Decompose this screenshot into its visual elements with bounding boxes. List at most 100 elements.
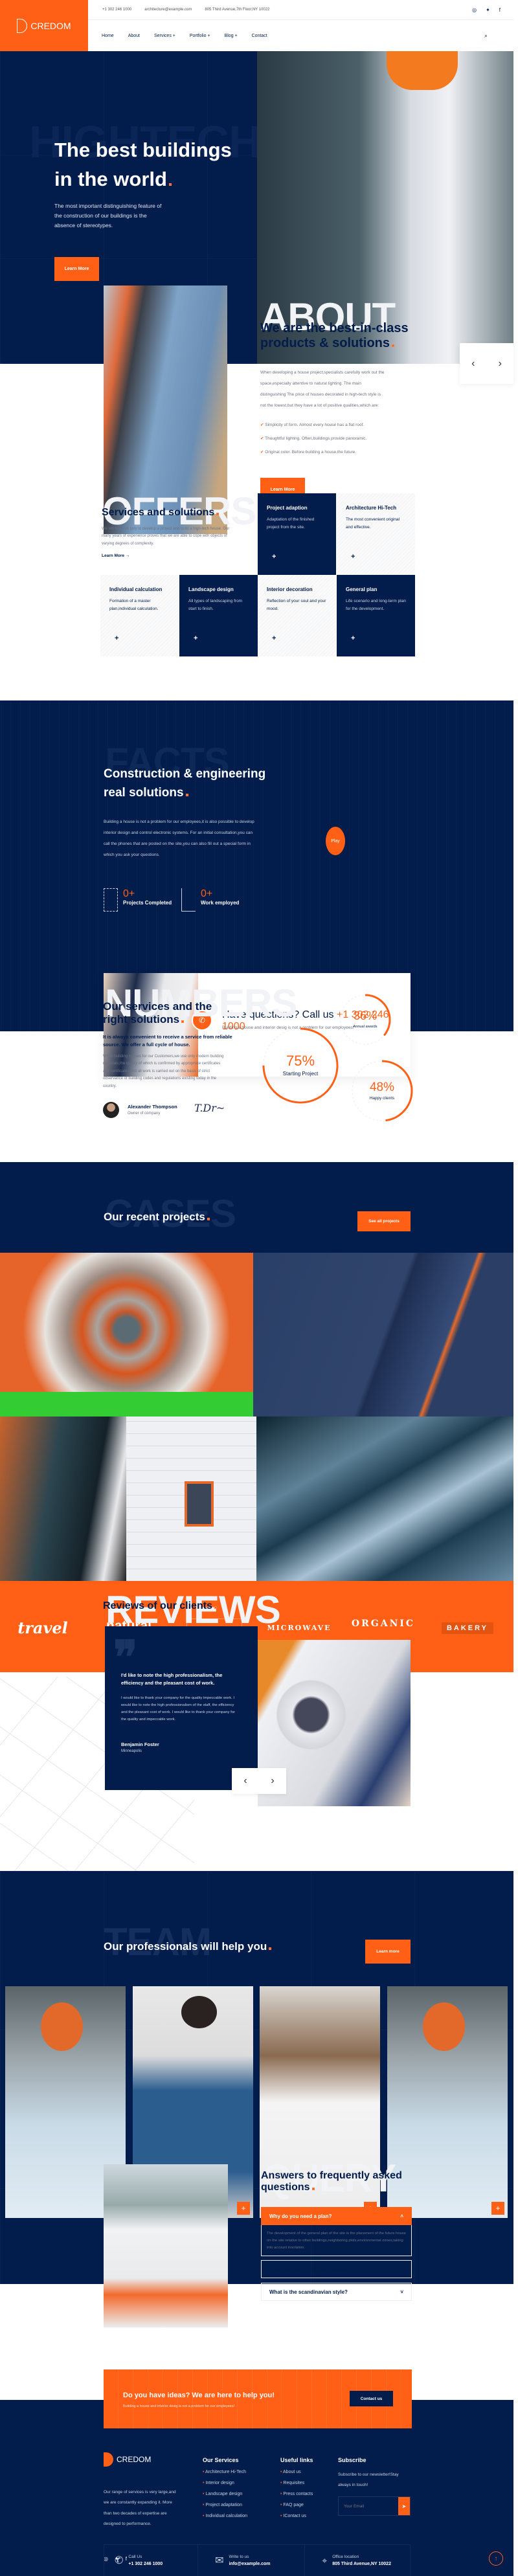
nav-portfolio[interactable]: Portfolio + [190, 34, 210, 38]
review-slider-controls: ‹ › [232, 1768, 286, 1794]
team-member[interactable]: + [387, 1986, 508, 2218]
twitter-icon[interactable]: ✦ [486, 7, 490, 13]
location-pin-icon: ⌖ [322, 2555, 328, 2566]
service-cell[interactable]: Interior decoration Reflection of your so… [258, 575, 336, 656]
project-green-strip [0, 1392, 253, 1417]
plus-icon: + [272, 634, 276, 642]
contact-us-button[interactable]: Contact us [350, 2391, 393, 2406]
facebook-icon[interactable]: f [499, 7, 501, 13]
faq-item[interactable]: Features of the barn house style? ˅ [261, 2260, 412, 2278]
list-item: ✔ Thoughtful lighting. Often,buildings p… [260, 436, 367, 441]
chevron-up-icon: ˄ [400, 2213, 403, 2219]
next-review-button[interactable]: › [259, 1768, 286, 1794]
footer-link[interactable]: Interior design [203, 2481, 247, 2485]
prev-slide-button[interactable]: ‹ [460, 343, 487, 384]
numbers-title: Our services and the right solutions [103, 1000, 212, 1025]
plus-icon: + [115, 634, 119, 642]
cta-title: Do you have ideas? We are here to help y… [123, 2391, 275, 2399]
email-input[interactable] [339, 2497, 398, 2516]
footer-link[interactable]: Architecture Hi-Tech [203, 2470, 247, 2474]
project-white-building[interactable] [126, 1417, 256, 1581]
nav-about[interactable]: About [128, 34, 140, 38]
faq-title: Answers to frequently asked questions [261, 2170, 402, 2193]
logo[interactable]: CREDOM [0, 0, 88, 51]
review-quote: I'd like to note the high professionalis… [121, 1672, 223, 1686]
progress-value: 48% [370, 1081, 394, 1094]
footer-link[interactable]: Landscape design [203, 2492, 247, 2496]
contact-location: ⌖ Office location 805 Third Avenue,NY 1002… [322, 2555, 391, 2566]
nav-blog[interactable]: Blog + [225, 34, 238, 38]
see-all-projects-button[interactable]: See all projects [357, 1211, 411, 1231]
footer-subscribe: Subscribe Subscribe to our newsletter!St… [338, 2457, 411, 2516]
progress-circles: 75% Starting Project 36% Annual awards 48% Ha… [262, 994, 413, 1122]
avatar [103, 1102, 119, 1118]
footer-links: Useful links About usRequisitesPress con… [280, 2457, 313, 2525]
reviewer-city: Minneapolis [121, 1749, 142, 1753]
footer-contacts: ✆ Call Us +1 302 246 1000 ✉ Write to us info… [104, 2544, 411, 2576]
footer-link[interactable]: Requisites [280, 2481, 313, 2485]
hero-learn-more-button[interactable]: Learn More [54, 257, 99, 281]
email-text[interactable]: architecture@example.com [144, 8, 192, 12]
next-slide-button[interactable]: › [487, 343, 514, 384]
facts-text: Building a house is not a problem for ou… [104, 820, 254, 857]
about-list: ✔ Simplicity of form. Almost every house… [260, 422, 366, 454]
project-glass-facade[interactable] [256, 1417, 513, 1581]
cta-banner: Do you have ideas? We are here to help y… [104, 2369, 412, 2428]
service-cell[interactable]: Architecture Hi-Tech The most convenient … [337, 493, 415, 575]
back-to-top-button[interactable]: ↑ [489, 2551, 503, 2566]
logo-icon [17, 18, 28, 33]
stat-projects: 0+ Projects Completed [104, 888, 172, 912]
send-button[interactable]: ➤ [398, 2497, 410, 2516]
reviewer-name: Benjamin Foster [121, 1742, 159, 1747]
list-item: ✔ Original color. Before building a hous… [260, 450, 357, 454]
nav-home[interactable]: Home [102, 34, 114, 38]
facts-title: Construction & engineering real solutions [104, 767, 266, 800]
footer-link[interactable]: FAQ page [280, 2503, 313, 2507]
project-staircase[interactable] [0, 1253, 253, 1392]
footer-link[interactable]: Press contacts [280, 2492, 313, 2496]
footer-link[interactable]: Project adaptation [203, 2503, 247, 2507]
instagram-icon[interactable]: ◎ [472, 7, 477, 13]
phone-text[interactable]: +1 302 246 1000 [102, 8, 131, 12]
footer-link[interactable]: IContact us [280, 2514, 313, 2518]
footer-link[interactable]: About us [280, 2470, 313, 2474]
faq-image [104, 2164, 228, 2327]
nav-services[interactable]: Services + [154, 34, 175, 38]
footer-link[interactable]: Individual calculation [203, 2514, 247, 2518]
cases-header: CASES Our recent projects See all projec… [0, 1162, 513, 1253]
team-learn-more-button[interactable]: Learn more [365, 1940, 411, 1964]
person-name: Alexander Thompson [128, 1104, 177, 1110]
chevron-down-icon: ˅ [400, 2289, 403, 2295]
logo-organic: ORGANIC [351, 1618, 416, 1629]
nav-contact[interactable]: Contact [252, 34, 267, 38]
plus-icon[interactable]: + [237, 2202, 250, 2215]
search-icon[interactable]: ⌕ [484, 32, 488, 39]
faq-item[interactable]: What is the scandinavian style? ˅ [261, 2283, 412, 2301]
project-blue-facade[interactable] [253, 1253, 513, 1417]
contact-email: ✉ Write to us info@example.com [198, 2545, 306, 2576]
plus-icon: + [351, 634, 355, 642]
project-orange-tower[interactable] [0, 1417, 126, 1581]
plus-icon[interactable]: + [491, 2202, 504, 2215]
hero-text: The most important distinguishing featur… [54, 203, 162, 229]
faq-item-open[interactable]: Why do you need a plan? ˄ [261, 2207, 412, 2225]
service-cell[interactable]: General plan Life scenario and long-term … [337, 575, 415, 656]
hero-title: The best buildings in the world [54, 139, 232, 190]
play-video-button[interactable]: Play [326, 827, 345, 855]
service-cell[interactable]: Individual calculation Formation of a mas… [100, 575, 179, 656]
crane-icon [181, 888, 196, 912]
envelope-icon: ✉ [215, 2555, 224, 2566]
main-nav: Home About Services + Portfolio + Blog +… [88, 20, 513, 51]
phone-icon: ✆ [115, 2555, 124, 2566]
services-learn-more-link[interactable]: Learn More → [102, 554, 130, 558]
footer-about: Our range of services is very large,and … [104, 2490, 176, 2526]
hard-hat-shape [387, 51, 458, 90]
slider-controls: ‹ › [460, 343, 513, 384]
reviews-title: Reviews of our clients [103, 1600, 217, 1612]
plus-icon: + [194, 634, 198, 642]
service-cell[interactable]: Landscape design All types of landscaping… [179, 575, 258, 656]
faq-answer: The development of the general plan of t… [261, 2225, 412, 2256]
footer-logo[interactable]: CREDOM [104, 2452, 151, 2467]
service-cell[interactable]: Project adaption Adaptation of the finish… [258, 493, 336, 575]
prev-review-button[interactable]: ‹ [232, 1768, 259, 1794]
